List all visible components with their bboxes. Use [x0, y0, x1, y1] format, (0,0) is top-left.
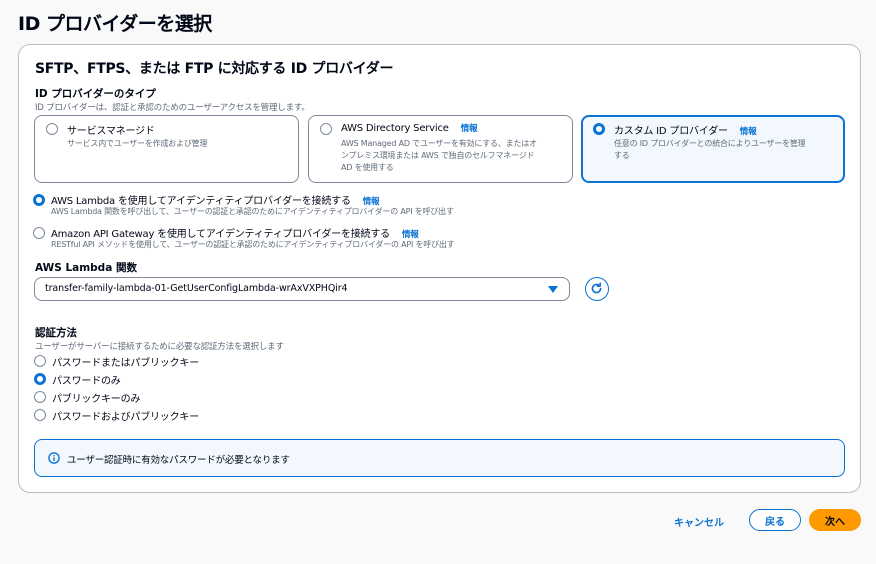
card-title-text: サービスマネージド: [67, 126, 155, 137]
option-api-gateway[interactable]: Amazon API Gateway を使用してアイデンティティプロバイダーを接…: [33, 225, 633, 253]
card-desc-line: AD を使用する: [341, 163, 394, 172]
identity-provider-panel: SFTP、FTPS、または FTP に対応する ID プロバイダー ID プロバ…: [18, 44, 861, 493]
refresh-icon: [591, 282, 602, 294]
card-description: サービス内でユーザーを作成および管理: [67, 138, 207, 150]
auth-option-label: パブリックキーのみ: [52, 394, 141, 405]
card-desc-line: サービス内でユーザーを作成および管理: [67, 139, 208, 148]
card-desc-line: する: [614, 151, 630, 160]
radio-password-or-key[interactable]: [34, 355, 46, 367]
radio-public-key-only[interactable]: [34, 391, 46, 403]
auth-option-password-and-key[interactable]: パスワードおよびパブリックキー: [34, 408, 334, 423]
radio-service-managed[interactable]: [46, 123, 58, 135]
card-custom-idp[interactable]: カスタム ID プロバイダー 情報 任意の ID プロバイダーとの統合によりユー…: [581, 115, 845, 183]
card-description: 任意の ID プロバイダーとの統合によりユーザーを管理 する: [614, 138, 806, 162]
radio-api-gateway[interactable]: [33, 227, 45, 239]
provider-type-description: ID プロバイダーは、認証と承認のためのユーザーアクセスを管理します。: [35, 103, 310, 113]
card-title-text: カスタム ID プロバイダー: [614, 126, 728, 137]
card-directory-service[interactable]: AWS Directory Service 情報 AWS Managed AD …: [308, 115, 573, 183]
radio-lambda[interactable]: [33, 194, 45, 206]
card-desc-line: ンプレミス環境または AWS で独自のセルフマネージド: [341, 151, 535, 160]
caret-down-icon: [548, 286, 558, 293]
card-desc-line: AWS Managed AD でユーザーを有効にする、またはオ: [341, 139, 537, 148]
card-title: サービスマネージド: [67, 122, 155, 137]
card-service-managed[interactable]: サービスマネージド サービス内でユーザーを作成および管理: [34, 115, 299, 183]
option-title: Amazon API Gateway を使用してアイデンティティプロバイダーを接…: [51, 225, 419, 240]
cancel-button[interactable]: キャンセル: [668, 511, 730, 532]
auth-method-label: 認証方法: [35, 327, 77, 339]
refresh-button[interactable]: [585, 277, 609, 301]
auth-option-label: パスワードのみ: [52, 376, 121, 387]
auth-option-public-key-only[interactable]: パブリックキーのみ: [34, 390, 334, 405]
auth-option-label: パスワードまたはパブリックキー: [52, 358, 199, 369]
info-icon: [48, 452, 60, 464]
alert-text: ユーザー認証時に有効なパスワードが必要となります: [67, 455, 290, 466]
lambda-function-select[interactable]: transfer-family-lambda-01-GetUserConfigL…: [34, 277, 570, 301]
next-button[interactable]: 次へ: [809, 509, 861, 531]
lambda-function-value: transfer-family-lambda-01-GetUserConfigL…: [45, 283, 348, 294]
page-title: ID プロバイダーを選択: [18, 13, 212, 35]
card-title: カスタム ID プロバイダー 情報: [614, 122, 757, 137]
card-desc-line: 任意の ID プロバイダーとの統合によりユーザーを管理: [614, 139, 806, 148]
info-link[interactable]: 情報: [461, 124, 478, 134]
lambda-function-label: AWS Lambda 関数: [35, 262, 137, 274]
radio-password-and-key[interactable]: [34, 409, 46, 421]
panel-title: SFTP、FTPS、または FTP に対応する ID プロバイダー: [35, 61, 394, 77]
radio-directory-service[interactable]: [320, 123, 332, 135]
auth-option-password-or-key[interactable]: パスワードまたはパブリックキー: [34, 354, 334, 369]
auth-option-password-only[interactable]: パスワードのみ: [34, 372, 334, 387]
card-title: AWS Directory Service 情報: [341, 122, 478, 134]
card-title-text: AWS Directory Service: [341, 123, 449, 134]
back-button[interactable]: 戻る: [749, 509, 801, 531]
option-description: RESTful API メソッドを使用して、ユーザーの認証と承認のためにアイデン…: [51, 240, 455, 249]
auth-method-description: ユーザーがサーバーに接続するために必要な認証方法を選択します: [35, 342, 284, 352]
provider-type-label: ID プロバイダーのタイプ: [35, 88, 156, 100]
option-lambda[interactable]: AWS Lambda を使用してアイデンティティプロバイダーを接続する 情報 A…: [33, 192, 633, 220]
option-title: AWS Lambda を使用してアイデンティティプロバイダーを接続する 情報: [51, 192, 380, 207]
info-link[interactable]: 情報: [740, 127, 757, 137]
info-alert: ユーザー認証時に有効なパスワードが必要となります: [34, 439, 845, 477]
auth-option-label: パスワードおよびパブリックキー: [52, 412, 199, 423]
radio-password-only[interactable]: [34, 373, 46, 385]
card-description: AWS Managed AD でユーザーを有効にする、またはオ ンプレミス環境ま…: [341, 138, 537, 174]
radio-custom-idp[interactable]: [593, 123, 605, 135]
option-description: AWS Lambda 関数を呼び出して、ユーザーの認証と承認のためにアイデンティ…: [51, 207, 454, 216]
